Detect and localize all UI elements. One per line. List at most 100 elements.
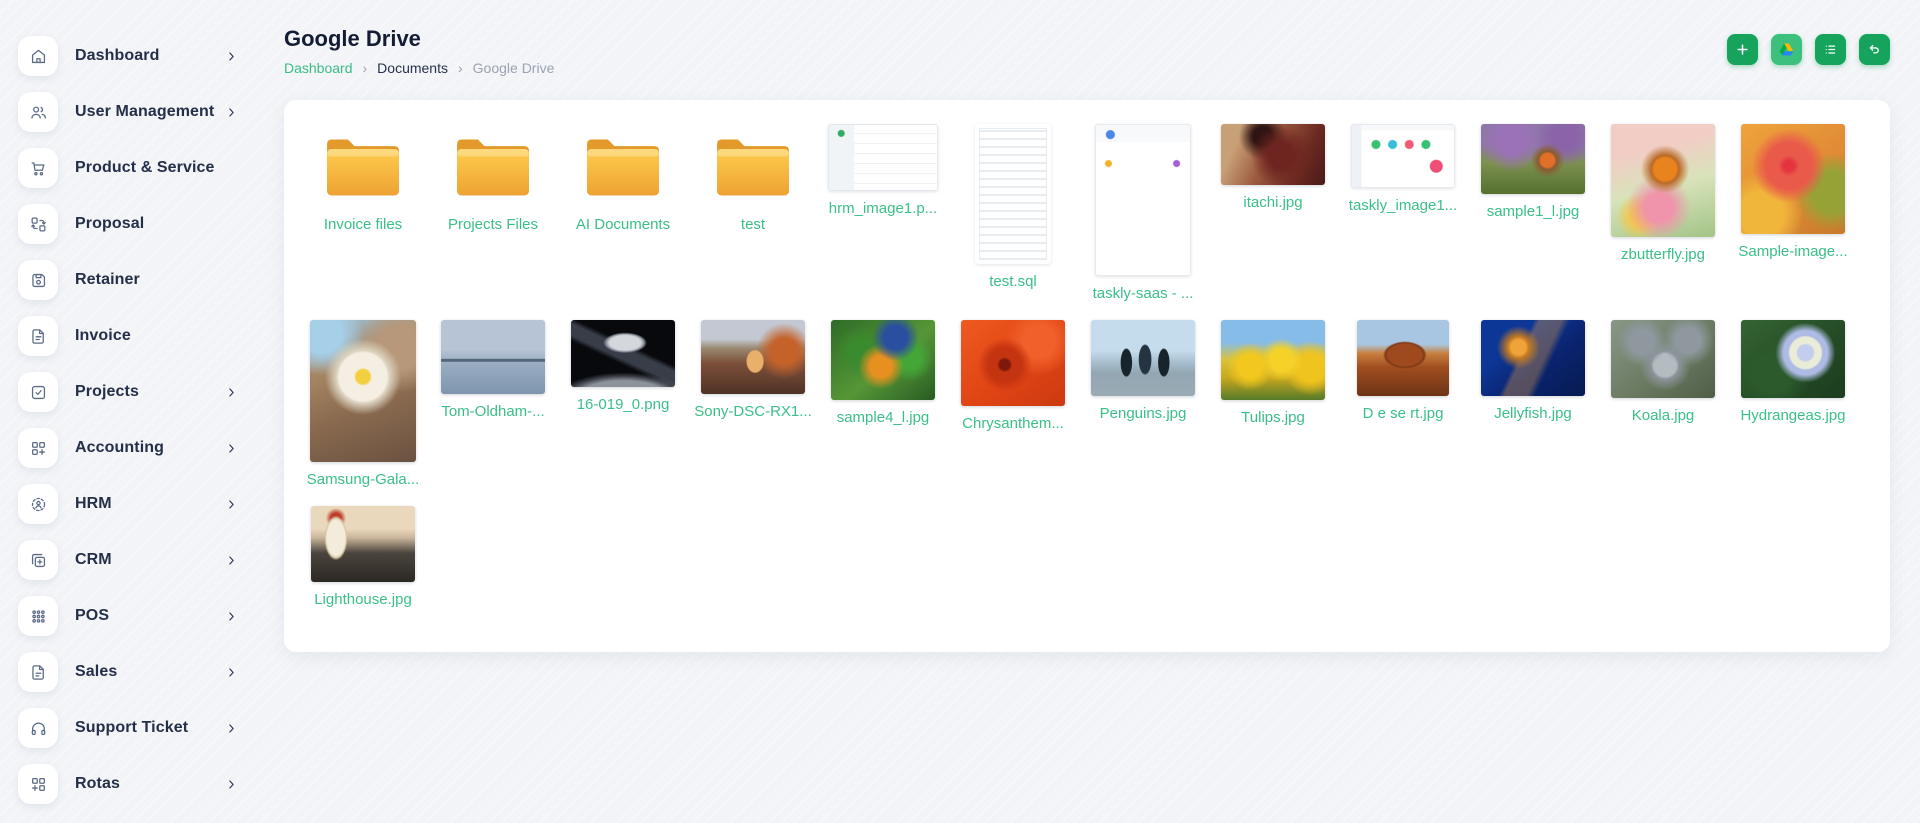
folder-icon xyxy=(581,131,665,201)
file-name: hrm_image1.p... xyxy=(829,200,937,217)
google-drive-button[interactable] xyxy=(1771,34,1802,65)
file-tile[interactable]: test.sql xyxy=(948,124,1078,290)
file-name: test.sql xyxy=(989,273,1037,290)
list-icon xyxy=(1823,42,1838,57)
chevron-right-icon xyxy=(225,106,238,119)
file-thumbnail xyxy=(1481,124,1585,194)
sidebar-item-sales[interactable]: Sales xyxy=(18,644,238,700)
folder-tile[interactable]: Projects Files xyxy=(428,124,558,233)
sidebar-item-label: Rotas xyxy=(75,775,120,793)
sidebar-item-proposal[interactable]: Proposal xyxy=(18,196,238,252)
sidebar-item-label: User Management xyxy=(75,103,214,121)
file-thumbnail xyxy=(1481,320,1585,396)
file-tile[interactable]: Tulips.jpg xyxy=(1208,320,1338,426)
file-tile[interactable]: Penguins.jpg xyxy=(1078,320,1208,422)
headphones-icon xyxy=(18,708,58,748)
file-tile[interactable]: sample4_l.jpg xyxy=(818,320,948,426)
file-tile[interactable]: taskly_image1... xyxy=(1338,124,1468,214)
folder-tile[interactable]: test xyxy=(688,124,818,233)
file-tile[interactable]: Samsung-Gala... xyxy=(298,320,428,488)
breadcrumb-separator: › xyxy=(363,60,368,76)
file-thumbnail xyxy=(1095,124,1191,276)
file-tile[interactable]: Koala.jpg xyxy=(1598,320,1728,424)
file-thumbnail xyxy=(828,124,938,191)
grid-dots-icon xyxy=(18,596,58,636)
sidebar-item-projects[interactable]: Projects xyxy=(18,364,238,420)
components-icon xyxy=(18,764,58,804)
chevron-right-icon xyxy=(225,50,238,63)
sidebar-item-hrm[interactable]: HRM xyxy=(18,476,238,532)
file-tile[interactable]: itachi.jpg xyxy=(1208,124,1338,211)
list-view-button[interactable] xyxy=(1815,34,1846,65)
copy-plus-icon xyxy=(18,540,58,580)
file-name: 16-019_0.png xyxy=(577,396,670,413)
file-name: Samsung-Gala... xyxy=(307,471,420,488)
main-content: Google Drive Dashboard › Documents › Goo… xyxy=(258,0,1920,652)
sidebar-item-crm[interactable]: CRM xyxy=(18,532,238,588)
users-icon xyxy=(18,92,58,132)
file-name: Chrysanthem... xyxy=(962,415,1064,432)
file-thumbnail xyxy=(441,320,545,394)
folder-name: test xyxy=(741,216,765,233)
file-tile[interactable]: Hydrangeas.jpg xyxy=(1728,320,1858,424)
file-tile[interactable]: 16-019_0.png xyxy=(558,320,688,413)
breadcrumb: Dashboard › Documents › Google Drive xyxy=(284,60,554,76)
file-thumbnail xyxy=(1091,320,1195,396)
back-button[interactable] xyxy=(1859,34,1890,65)
sidebar-item-invoice[interactable]: Invoice xyxy=(18,308,238,364)
undo-icon xyxy=(1867,42,1882,57)
sidebar-item-pos[interactable]: POS xyxy=(18,588,238,644)
file-tile[interactable]: Tom-Oldham-... xyxy=(428,320,558,420)
sidebar-item-user-management[interactable]: User Management xyxy=(18,84,238,140)
file-name: Jellyfish.jpg xyxy=(1494,405,1572,422)
sidebar-item-label: Support Ticket xyxy=(75,719,188,737)
chevron-right-icon xyxy=(225,386,238,399)
chevron-right-icon xyxy=(225,666,238,679)
page-header: Google Drive Dashboard › Documents › Goo… xyxy=(284,26,1890,76)
create-button[interactable] xyxy=(1727,34,1758,65)
file-name: sample1_l.jpg xyxy=(1487,203,1580,220)
sidebar-item-dashboard[interactable]: Dashboard xyxy=(18,28,238,84)
workflow-icon xyxy=(18,204,58,244)
save-icon xyxy=(18,260,58,300)
chevron-right-icon xyxy=(225,722,238,735)
file-browser-panel: Invoice files Projects Files AI Document… xyxy=(284,100,1890,652)
file-thumbnail xyxy=(831,320,935,400)
file-thumbnail xyxy=(1741,124,1845,234)
sidebar-item-label: Proposal xyxy=(75,215,144,233)
file-thumbnail xyxy=(701,320,805,394)
folder-icon xyxy=(711,131,795,201)
file-tile[interactable]: Sony-DSC-RX1... xyxy=(688,320,818,420)
sidebar-item-rotas[interactable]: Rotas xyxy=(18,756,238,812)
breadcrumb-documents[interactable]: Documents xyxy=(377,60,448,76)
sidebar-item-support-ticket[interactable]: Support Ticket xyxy=(18,700,238,756)
sidebar-item-label: Sales xyxy=(75,663,117,681)
sidebar-item-label: Accounting xyxy=(75,439,164,457)
sidebar: Dashboard User Management Product & Serv… xyxy=(0,0,258,823)
file-tile[interactable]: D e se rt.jpg xyxy=(1338,320,1468,422)
file-thumbnail xyxy=(1741,320,1845,398)
file-thumbnail xyxy=(1357,320,1449,396)
file-tile[interactable]: Lighthouse.jpg xyxy=(298,506,428,608)
sidebar-item-label: CRM xyxy=(75,551,112,569)
folder-tile[interactable]: AI Documents xyxy=(558,124,688,233)
file-tile[interactable]: Jellyfish.jpg xyxy=(1468,320,1598,422)
file-name: Penguins.jpg xyxy=(1100,405,1187,422)
file-name: itachi.jpg xyxy=(1243,194,1302,211)
file-tile[interactable]: sample1_l.jpg xyxy=(1468,124,1598,220)
file-tile[interactable]: Sample-image... xyxy=(1728,124,1858,260)
sidebar-item-retainer[interactable]: Retainer xyxy=(18,252,238,308)
sidebar-item-accounting[interactable]: Accounting xyxy=(18,420,238,476)
folder-tile[interactable]: Invoice files xyxy=(298,124,428,233)
sidebar-item-product-service[interactable]: Product & Service xyxy=(18,140,238,196)
sidebar-item-label: Projects xyxy=(75,383,139,401)
file-name: Hydrangeas.jpg xyxy=(1740,407,1845,424)
file-grid: Invoice files Projects Files AI Document… xyxy=(298,124,1858,608)
breadcrumb-dashboard[interactable]: Dashboard xyxy=(284,60,353,76)
file-tile[interactable]: taskly-saas - ... xyxy=(1078,124,1208,302)
file-tile[interactable]: Chrysanthem... xyxy=(948,320,1078,432)
file-tile[interactable]: hrm_image1.p... xyxy=(818,124,948,217)
file-tile[interactable]: zbutterfly.jpg xyxy=(1598,124,1728,263)
file-thumbnail xyxy=(1221,320,1325,400)
cart-icon xyxy=(18,148,58,188)
